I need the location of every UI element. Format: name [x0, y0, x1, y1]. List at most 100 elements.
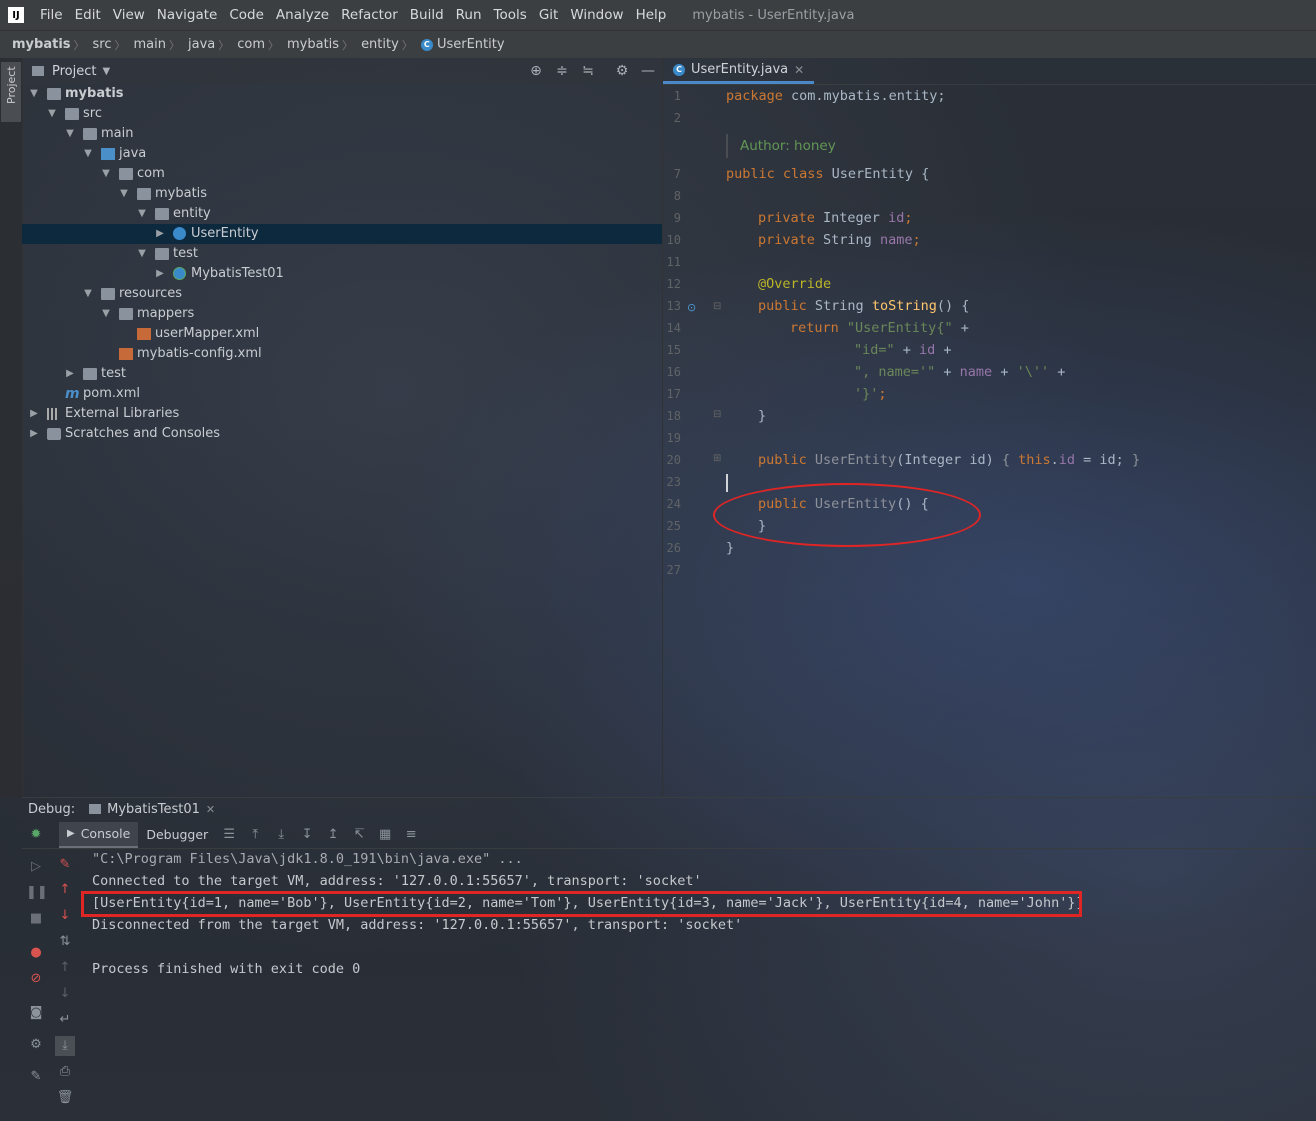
tree-item-resources[interactable]: ▼ resources	[22, 284, 662, 304]
chevron-down-icon[interactable]: ▼	[100, 304, 112, 324]
menu-analyze[interactable]: Analyze	[270, 7, 335, 23]
breadcrumb-item[interactable]: mybatis	[279, 37, 342, 52]
trace-icon[interactable]: ≡	[401, 825, 421, 845]
stop-icon[interactable]: ■	[26, 909, 46, 929]
pin-icon[interactable]: ✎	[26, 1067, 46, 1087]
debug-session-tab[interactable]: MybatisTest01 ✕	[89, 802, 215, 817]
pause-icon[interactable]: ❚❚	[26, 883, 48, 903]
code-line[interactable]: public class UserEntity {	[726, 166, 929, 182]
tree-item-src[interactable]: ▼ src	[22, 104, 662, 124]
chevron-right-icon[interactable]: ▶	[28, 404, 40, 424]
doc-comment-author[interactable]: Author: honey	[726, 134, 1286, 158]
tree-item-test-package[interactable]: ▼ test	[22, 244, 662, 264]
arrow-up-icon[interactable]: ↑	[55, 880, 75, 900]
trash-icon[interactable]: 🗑	[55, 1088, 75, 1108]
tree-item-java[interactable]: ▼ java	[22, 144, 662, 164]
print-icon[interactable]: ⎙	[55, 1062, 75, 1082]
tab-debugger[interactable]: Debugger	[138, 823, 216, 847]
tree-item-mybatis-config-xml[interactable]: mybatis-config.xml	[22, 344, 662, 364]
expand-all-icon[interactable]: ≑	[554, 63, 570, 79]
tree-item-external-libraries[interactable]: ▶ External Libraries	[22, 404, 662, 424]
step-out-icon[interactable]: ↥	[323, 825, 343, 845]
collapse-all-icon[interactable]: ≒	[580, 63, 596, 79]
menu-refactor[interactable]: Refactor	[335, 7, 404, 23]
code-line[interactable]: @Override	[758, 276, 831, 292]
sort-icon[interactable]: ⇅	[55, 932, 75, 952]
chevron-down-icon[interactable]: ▼	[46, 104, 58, 124]
close-icon[interactable]: ✕	[794, 63, 804, 77]
menu-navigate[interactable]: Navigate	[151, 7, 224, 23]
menu-tools[interactable]: Tools	[488, 7, 533, 23]
code-line[interactable]: }	[758, 408, 766, 424]
close-icon[interactable]: ✕	[206, 803, 215, 816]
show-execution-point-icon[interactable]: ⤒	[245, 825, 265, 845]
camera-icon[interactable]: ◙	[26, 1003, 46, 1023]
code-line[interactable]: return "UserEntity{" +	[790, 320, 969, 336]
menu-file[interactable]: File	[34, 7, 69, 23]
menu-run[interactable]: Run	[450, 7, 488, 23]
code-line[interactable]: private String name;	[758, 232, 921, 248]
menu-view[interactable]: View	[107, 7, 151, 23]
tree-item-com[interactable]: ▼ com	[22, 164, 662, 184]
tree-item-entity[interactable]: ▼ entity	[22, 204, 662, 224]
breadcrumb-item[interactable]: mybatis	[0, 37, 74, 52]
menu-code[interactable]: Code	[223, 7, 270, 23]
step-into-icon[interactable]: ↧	[297, 825, 317, 845]
dropdown-arrow-icon[interactable]: ▼	[102, 66, 110, 77]
breadcrumb-class[interactable]: C UserEntity	[413, 37, 508, 52]
menu-help[interactable]: Help	[630, 7, 673, 23]
override-gutter-icon[interactable]: ⊙	[687, 301, 696, 314]
fold-icon[interactable]: ⊟	[713, 301, 721, 312]
menu-git[interactable]: Git	[533, 7, 565, 23]
code-line[interactable]: "id=" + id +	[854, 342, 952, 358]
breadcrumb-item[interactable]: src	[85, 37, 115, 52]
code-line[interactable]: '}';	[854, 386, 887, 402]
menu-build[interactable]: Build	[404, 7, 450, 23]
tree-item-pom-xml[interactable]: m pom.xml	[22, 384, 662, 404]
tree-item-test-folder[interactable]: ▶ test	[22, 364, 662, 384]
hide-panel-icon[interactable]: —	[640, 63, 656, 79]
chevron-down-icon[interactable]: ▼	[136, 204, 148, 224]
clear-console-icon[interactable]: ✎	[55, 855, 75, 875]
tree-item-mybatis-package[interactable]: ▼ mybatis	[22, 184, 662, 204]
code-line[interactable]: private Integer id;	[758, 210, 912, 226]
view-breakpoints-icon[interactable]: ●	[26, 943, 46, 963]
chevron-down-icon[interactable]: ▼	[118, 184, 130, 204]
breadcrumb-item[interactable]: entity	[353, 37, 402, 52]
menu-window[interactable]: Window	[564, 7, 629, 23]
chevron-down-icon[interactable]: ▼	[136, 244, 148, 264]
bug-icon[interactable]: ✹	[26, 825, 46, 845]
fold-icon[interactable]: ⊞	[713, 453, 721, 464]
chevron-right-icon[interactable]: ▶	[28, 424, 40, 444]
run-to-cursor-icon[interactable]: ↸	[349, 825, 369, 845]
chevron-down-icon[interactable]: ▼	[82, 144, 94, 164]
tree-item-mappers[interactable]: ▼ mappers	[22, 304, 662, 324]
tree-item-mybatistest01[interactable]: ▶ MybatisTest01	[22, 264, 662, 284]
chevron-down-icon[interactable]: ▼	[82, 284, 94, 304]
chevron-down-icon[interactable]: ▼	[28, 84, 40, 104]
code-line[interactable]: package com.mybatis.entity;	[726, 88, 945, 104]
breadcrumb-item[interactable]: com	[229, 37, 268, 52]
breadcrumb-item[interactable]: java	[180, 37, 218, 52]
project-tool-window-button[interactable]: Project	[1, 62, 21, 122]
chevron-right-icon[interactable]: ▶	[154, 224, 166, 244]
code-line[interactable]: ", name='" + name + '\'' +	[854, 364, 1065, 380]
locate-file-icon[interactable]: ⊕	[528, 63, 544, 79]
resume-icon[interactable]: ▷	[26, 857, 46, 877]
chevron-right-icon[interactable]: ▶	[154, 264, 166, 284]
gear-icon[interactable]: ⚙	[614, 63, 630, 79]
tree-item-scratches[interactable]: ▶ Scratches and Consoles	[22, 424, 662, 444]
menu-lines-icon[interactable]: ☰	[219, 825, 239, 845]
tree-item-userentity[interactable]: ▶ UserEntity	[22, 224, 662, 244]
arrow-down-icon[interactable]: ↓	[55, 906, 75, 926]
soft-wrap-icon[interactable]: ↵	[55, 1010, 75, 1030]
fold-icon[interactable]: ⊟	[713, 409, 721, 420]
code-line[interactable]: public UserEntity(Integer id) { this.id …	[758, 452, 1140, 468]
tab-console[interactable]: ▶ Console	[59, 822, 139, 848]
tree-item-main[interactable]: ▼ main	[22, 124, 662, 144]
evaluate-expression-icon[interactable]: ▦	[375, 825, 395, 845]
gear-icon[interactable]: ⚙	[26, 1035, 46, 1055]
breadcrumb-item[interactable]: main	[126, 37, 169, 52]
chevron-down-icon[interactable]: ▼	[64, 124, 76, 144]
code-line[interactable]: }	[726, 540, 734, 556]
